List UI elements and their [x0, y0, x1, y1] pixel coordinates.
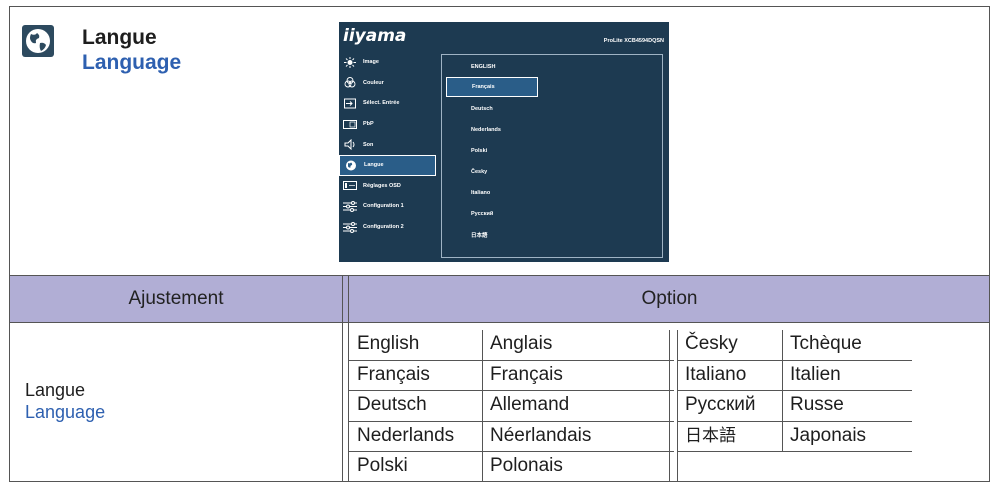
osd-options-panel: ENGLISH Français Deutsch Nederlands Pols…	[441, 54, 663, 258]
option-language-native: English	[357, 333, 420, 354]
osd-option-polski[interactable]: Polski	[446, 141, 538, 161]
option-grid-line	[782, 330, 783, 452]
option-row-line	[678, 360, 912, 361]
speaker-icon	[343, 139, 357, 151]
brightness-icon	[343, 56, 357, 68]
option-grid-line	[677, 330, 678, 482]
osd-menu-label: Couleur	[363, 79, 384, 86]
model-label: ProLite XCB4594DQSN	[603, 38, 664, 44]
option-language-french: Français	[490, 364, 563, 385]
option-row-line	[678, 451, 912, 452]
osd-option-nederlands[interactable]: Nederlands	[446, 120, 538, 140]
osd-menu: Image Couleur Sélect. Entrée PbP Son Lan…	[339, 52, 439, 237]
option-language-french: Tchèque	[790, 333, 862, 354]
osd-screenshot: iiyama ProLite XCB4594DQSN Image Couleur…	[339, 22, 669, 262]
osd-menu-item-config2[interactable]: Configuration 2	[339, 217, 439, 238]
osd-menu-item-config1[interactable]: Configuration 1	[339, 196, 439, 217]
osd-menu-item-langue[interactable]: Langue	[339, 154, 436, 176]
osd-menu-item-couleur[interactable]: Couleur	[339, 73, 439, 94]
osd-option-russian[interactable]: Русский	[446, 204, 538, 224]
option-language-native: Nederlands	[357, 425, 455, 446]
option-row-line	[349, 451, 674, 452]
osd-option-english[interactable]: ENGLISH	[446, 57, 538, 77]
option-grid-line	[482, 330, 483, 482]
table-header-border	[9, 322, 990, 323]
row-label-english: Language	[25, 402, 106, 422]
osd-menu-label: Configuration 2	[363, 224, 404, 231]
option-row-line	[678, 390, 912, 391]
option-row-line	[349, 421, 674, 422]
option-language-native: Deutsch	[357, 394, 427, 415]
option-row-line	[349, 390, 674, 391]
osd-menu-item-son[interactable]: Son	[339, 134, 439, 155]
title-french: Langue	[82, 26, 157, 49]
pbp-icon	[343, 119, 357, 130]
option-language-french: Polonais	[490, 455, 563, 476]
osd-menu-label: Configuration 1	[363, 203, 404, 210]
option-language-native: Polski	[357, 455, 408, 476]
globe-icon	[22, 25, 54, 57]
osd-menu-label: Sélect. Entrée	[363, 100, 400, 107]
input-icon	[343, 98, 357, 109]
option-language-french: Néerlandais	[490, 425, 592, 446]
option-grid-line	[669, 330, 670, 482]
header-option: Option	[641, 288, 698, 309]
osd-option-deutsch[interactable]: Deutsch	[446, 99, 538, 119]
osd-menu-label: Image	[363, 59, 379, 66]
osd-menu-label: Réglages OSD	[363, 182, 401, 189]
title-english: Language	[82, 51, 182, 74]
option-language-native: Русский	[685, 394, 756, 415]
option-language-native: Italiano	[685, 364, 747, 385]
section-title: Langue Language	[82, 25, 181, 75]
column-divider	[342, 276, 343, 482]
sliders-icon	[343, 200, 357, 212]
osd-menu-item-input[interactable]: Sélect. Entrée	[339, 93, 439, 114]
osd-menu-item-pbp[interactable]: PbP	[339, 114, 439, 135]
option-row-line	[349, 360, 674, 361]
option-language-french: Russe	[790, 394, 844, 415]
osd-option-francais[interactable]: Français	[446, 77, 538, 97]
brand-logo: iiyama	[343, 26, 407, 46]
osd-menu-label: PbP	[363, 121, 374, 128]
osd-option-cesky[interactable]: Česky	[446, 162, 538, 182]
option-language-native: 日本語	[685, 426, 736, 446]
globe-icon	[344, 160, 358, 171]
option-language-native: Français	[357, 364, 430, 385]
header-adjustment: Ajustement	[128, 288, 224, 309]
osd-menu-label: Langue	[364, 162, 384, 169]
option-language-french: Allemand	[490, 394, 570, 415]
osd-option-japanese[interactable]: 日本語	[446, 225, 538, 245]
osd-icon	[343, 180, 357, 191]
osd-menu-item-image[interactable]: Image	[339, 52, 439, 73]
option-language-french: Anglais	[490, 333, 553, 354]
option-row-line	[678, 421, 912, 422]
option-language-french: Japonais	[790, 425, 867, 446]
option-language-native: Česky	[685, 333, 738, 354]
osd-option-italiano[interactable]: Italiano	[446, 183, 538, 203]
sliders-icon	[343, 221, 357, 233]
option-language-french: Italien	[790, 364, 841, 385]
row-label-french: Langue	[25, 380, 86, 400]
osd-menu-item-osd[interactable]: Réglages OSD	[339, 176, 439, 197]
color-icon	[343, 77, 357, 88]
osd-menu-label: Son	[363, 141, 374, 148]
